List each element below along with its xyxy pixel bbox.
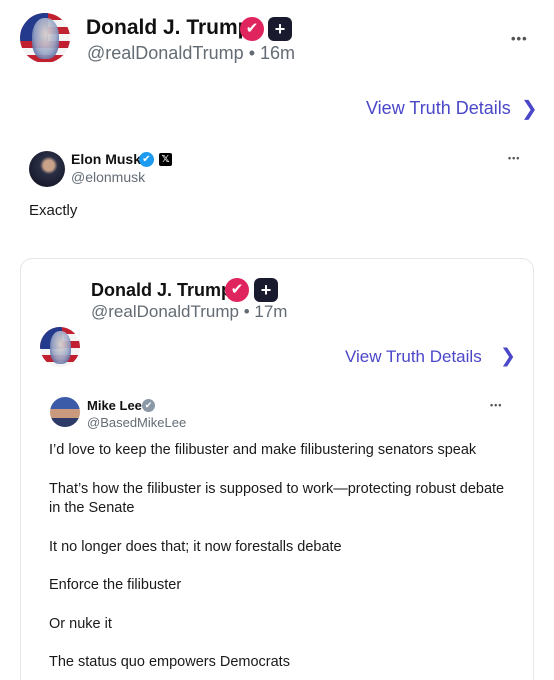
view-truth-details-link[interactable]: View Truth Details (366, 98, 511, 119)
mike-lee-avatar[interactable] (50, 397, 80, 427)
author-handle-line: @realDonaldTrump • 16m (87, 43, 295, 64)
post-time[interactable]: 16m (260, 43, 295, 63)
mike-lee-name[interactable]: Mike Lee (87, 398, 142, 413)
elon-handle[interactable]: @elonmusk (71, 169, 145, 185)
trump-avatar[interactable] (20, 13, 70, 63)
quoted-author-name[interactable]: Donald J. Trump (91, 280, 232, 301)
quoted-separator-dot: • (243, 302, 250, 321)
quoted-view-truth-details-link[interactable]: View Truth Details (345, 347, 482, 367)
elon-avatar[interactable] (29, 151, 65, 187)
mike-tweet-line-6: Or nuke it (49, 616, 112, 632)
elon-name[interactable]: Elon Musk (71, 151, 141, 167)
separator-dot: • (248, 43, 255, 63)
mike-lee-handle[interactable]: @BasedMikeLee (87, 415, 186, 430)
quoted-plus-badge-icon: + (254, 278, 278, 302)
x-affiliation-icon: 𝕏 (159, 153, 172, 166)
author-handle[interactable]: @realDonaldTrump (87, 43, 244, 63)
quoted-author-handle[interactable]: @realDonaldTrump (91, 302, 239, 321)
mike-tweet-line-7: The status quo empowers Democrats (49, 654, 290, 670)
chevron-right-icon[interactable]: ❯ (521, 96, 538, 121)
quoted-post-time[interactable]: 17m (254, 302, 287, 321)
mike-tweet-line-2: That’s how the filibuster is supposed to… (49, 481, 505, 497)
more-menu-icon[interactable]: ••• (511, 31, 528, 46)
quoted-chevron-right-icon[interactable]: ❯ (500, 345, 516, 368)
author-name[interactable]: Donald J. Trump (86, 16, 251, 40)
mike-tweet-line-5: Enforce the filibuster (49, 577, 182, 593)
mike-tweet-line-3: in the Senate (49, 500, 135, 516)
elon-tweet-text: Exactly (29, 202, 78, 219)
mike-lee-more-menu-icon[interactable]: ••• (490, 400, 502, 410)
verified-badge-icon: ✔ (240, 17, 264, 41)
quoted-trump-avatar[interactable] (40, 327, 80, 367)
mike-tweet-line-4: It no longer does that; it now forestall… (49, 539, 342, 555)
plus-badge-icon: + (268, 17, 292, 41)
elon-verified-icon: ✔ (139, 152, 154, 167)
mike-tweet-line-1: I’d love to keep the filibuster and make… (49, 442, 477, 458)
quoted-author-handle-line: @realDonaldTrump • 17m (91, 302, 287, 322)
mike-lee-verified-icon: ✔ (142, 399, 155, 412)
elon-more-menu-icon[interactable]: ••• (508, 153, 520, 163)
quoted-verified-badge-icon: ✔ (225, 278, 249, 302)
